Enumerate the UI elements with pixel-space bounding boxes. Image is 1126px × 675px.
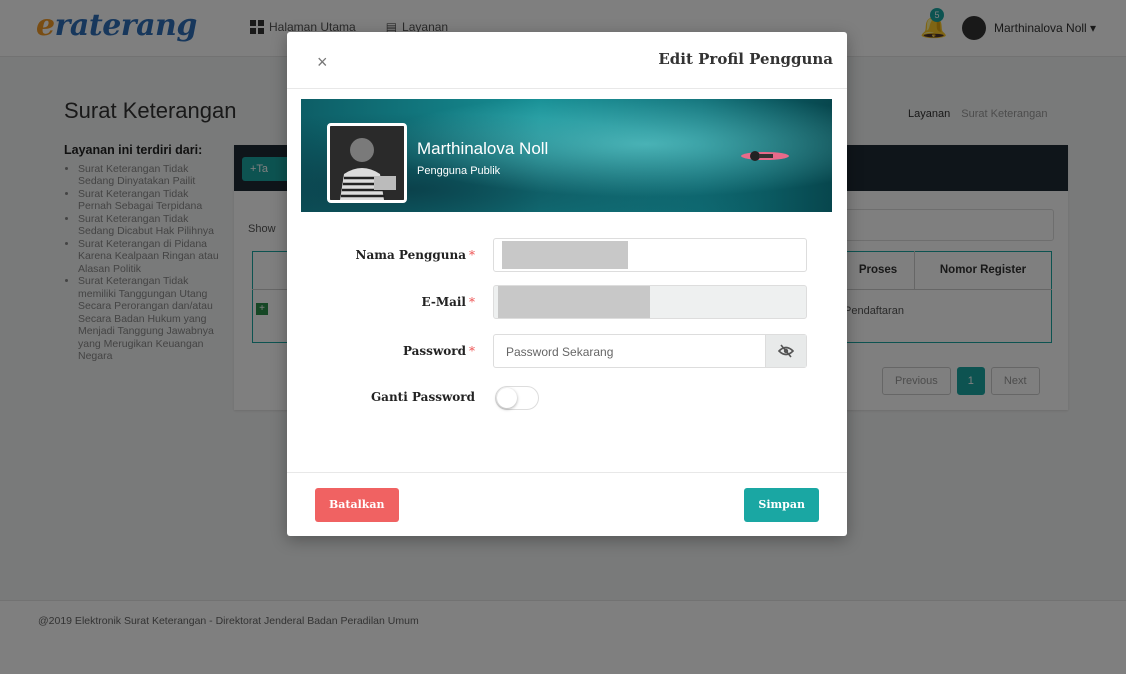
redacted-value xyxy=(498,286,650,318)
redacted-value xyxy=(502,241,628,269)
username-row: Nama Pengguna * xyxy=(287,238,847,272)
profile-role: Pengguna Publik xyxy=(417,165,501,177)
password-row: Password * Password Sekarang xyxy=(287,334,847,368)
email-input xyxy=(493,285,807,319)
username-input[interactable] xyxy=(493,238,807,272)
eye-slash-icon xyxy=(777,344,795,358)
cancel-button[interactable]: Batalkan xyxy=(315,488,399,522)
password-placeholder: Password Sekarang xyxy=(506,345,614,359)
modal-header-divider xyxy=(287,88,847,89)
email-row: E-Mail * xyxy=(287,285,847,319)
modal-title: Edit Profil Pengguna xyxy=(658,50,833,68)
toggle-password-visibility-button[interactable] xyxy=(765,335,806,367)
profile-avatar xyxy=(327,123,407,203)
username-label: Nama Pengguna * xyxy=(355,248,475,262)
profile-banner: Marthinalova Noll Pengguna Publik xyxy=(301,99,832,212)
profile-name: Marthinalova Noll xyxy=(417,139,549,158)
edit-profile-modal: × Edit Profil Pengguna Marthinalova Noll… xyxy=(287,32,847,536)
change-password-row: Ganti Password xyxy=(287,384,847,418)
password-input[interactable]: Password Sekarang xyxy=(493,334,807,368)
change-password-label: Ganti Password xyxy=(370,390,475,404)
person-photo-icon xyxy=(330,126,404,200)
password-label: Password * xyxy=(402,344,475,358)
email-label: E-Mail * xyxy=(421,295,475,309)
swimmer-decoration-icon xyxy=(741,151,789,161)
modal-footer-divider xyxy=(287,472,847,473)
toggle-knob xyxy=(497,388,517,408)
save-button[interactable]: Simpan xyxy=(744,488,819,522)
close-icon[interactable]: × xyxy=(317,52,328,73)
change-password-toggle[interactable] xyxy=(495,386,539,410)
